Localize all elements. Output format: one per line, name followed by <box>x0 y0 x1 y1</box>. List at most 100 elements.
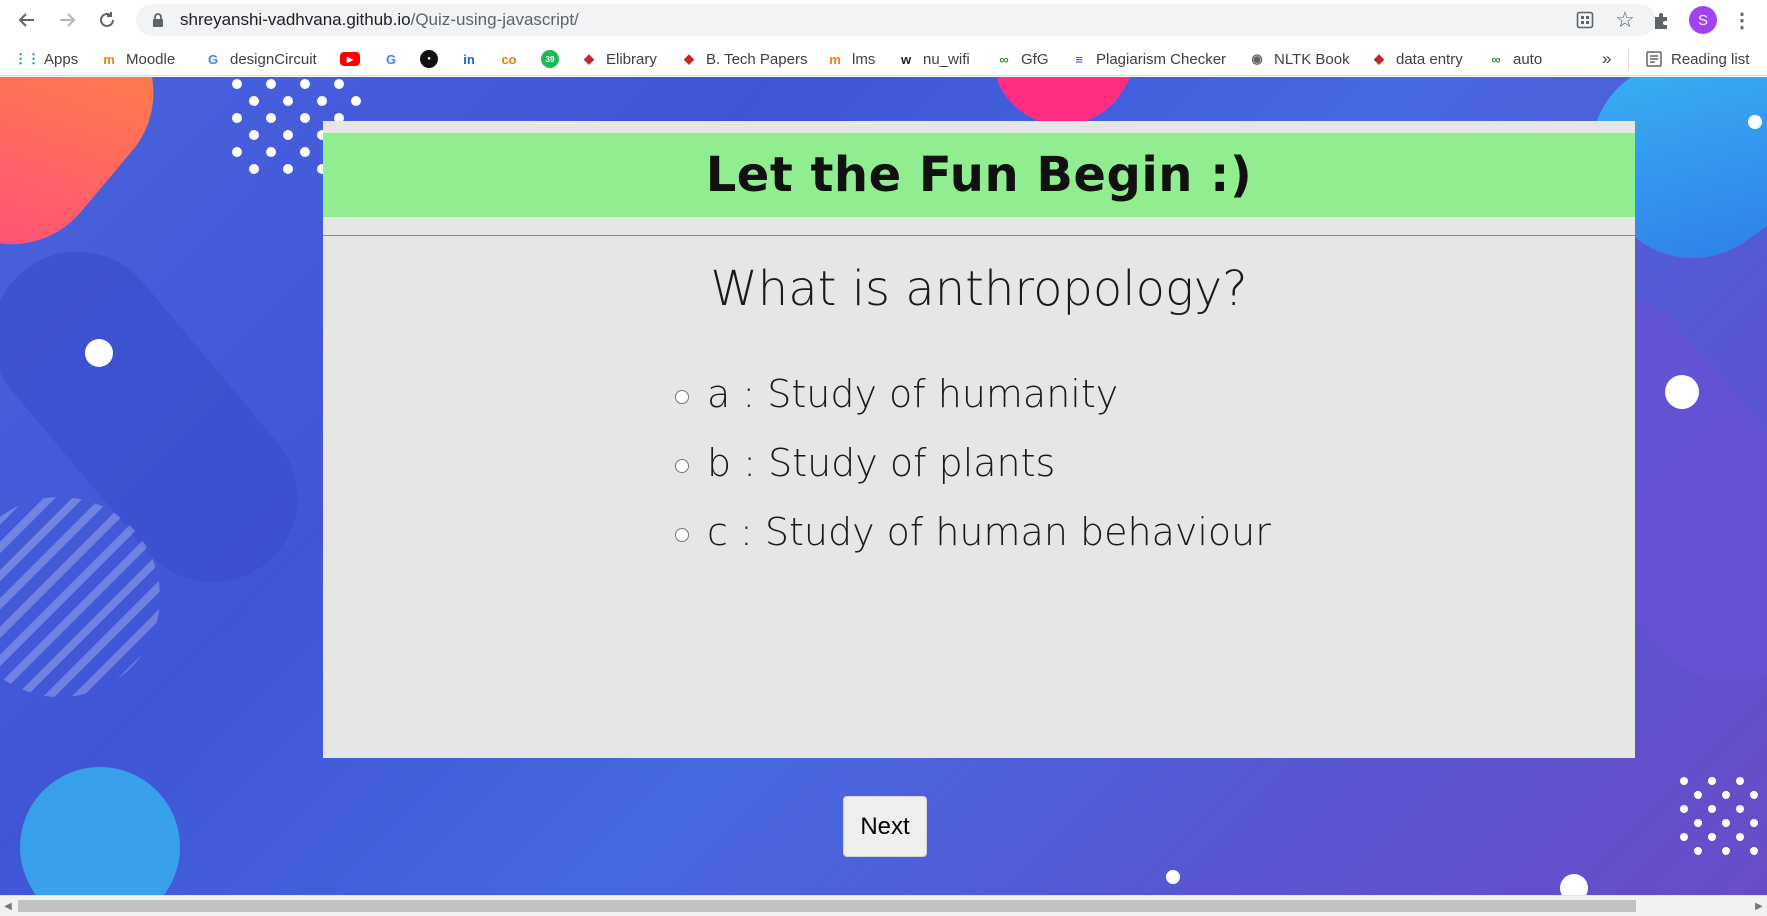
decor-dot <box>300 147 310 157</box>
bookmark-label: Moodle <box>126 50 176 68</box>
bookmark-label: nu_wifi <box>923 50 970 68</box>
reading-list-button[interactable]: Reading list <box>1645 47 1749 71</box>
github-icon: ● <box>420 50 438 68</box>
avatar-letter: S <box>1697 11 1708 29</box>
arrow-left-icon <box>18 13 34 27</box>
url-text[interactable]: shreyanshi-vadhvana.github.io/Quiz-using… <box>180 10 579 30</box>
bookmark-item[interactable]: ∞ auto <box>1487 47 1542 71</box>
overflow-chevron-icon: » <box>1602 49 1612 68</box>
address-bar[interactable]: shreyanshi-vadhvana.github.io/Quiz-using… <box>136 4 1656 36</box>
decor-dot <box>1750 791 1758 799</box>
divider <box>323 235 1635 236</box>
answer-option-b[interactable]: b : Study of plants <box>675 438 1055 488</box>
linkedin-icon: in <box>463 51 475 67</box>
decor-dot <box>232 147 242 157</box>
answer-radio-a[interactable] <box>675 390 689 404</box>
url-path: /Quiz-using-javascript/ <box>410 10 579 29</box>
lock-icon[interactable] <box>150 12 166 28</box>
decor-dot <box>1694 819 1702 827</box>
bookmark-label: Elibrary <box>606 50 657 68</box>
bookmark-item[interactable]: m Moodle <box>100 47 175 71</box>
more-menu-icon[interactable]: ⋮ <box>1728 6 1756 34</box>
decor-dot <box>317 96 327 106</box>
plagiarism-icon: ≡ <box>1075 51 1083 67</box>
arrow-right-icon <box>60 13 76 27</box>
bookmark-label: NLTK Book <box>1274 50 1350 68</box>
answer-radio-c[interactable] <box>675 528 689 542</box>
decor-dot <box>1665 375 1699 409</box>
decor-dot <box>1708 833 1716 841</box>
gfg-icon: ∞ <box>1491 51 1501 67</box>
back-button[interactable] <box>12 5 42 35</box>
decor-dot <box>266 113 276 123</box>
bookmark-item[interactable]: ◆ B. Tech Papers <box>680 47 807 71</box>
decor-dot <box>334 79 344 89</box>
answer-option-c[interactable]: c : Study of human behaviour <box>675 507 1271 557</box>
answer-radio-b[interactable] <box>675 459 689 473</box>
quiz-banner: Let the Fun Begin :) <box>323 133 1635 217</box>
google-icon: G <box>385 51 397 67</box>
bookmark-item[interactable]: m lms <box>826 47 875 71</box>
decor-dot <box>1694 791 1702 799</box>
bookmark-item[interactable]: GdesignCircuit <box>204 47 317 71</box>
bookmark-item[interactable]: ⋮⋮ Apps <box>14 47 78 71</box>
bookmark-star-icon[interactable]: ☆ <box>1612 7 1638 32</box>
reload-button[interactable] <box>92 5 122 35</box>
decor-dot <box>249 96 259 106</box>
bookmark-item[interactable]: ◉ NLTK Book <box>1248 47 1350 71</box>
bookmark-item[interactable]: ∞ GfG <box>995 47 1049 71</box>
page-viewport: Let the Fun Begin :) What is anthropolog… <box>0 77 1767 895</box>
bookmark-item[interactable]: w nu_wifi <box>897 47 970 71</box>
bookmark-item[interactable]: ● <box>420 47 446 71</box>
browser-toolbar: shreyanshi-vadhvana.github.io/Quiz-using… <box>0 0 1767 40</box>
bookmark-item[interactable]: ≡ Plagiarism Checker <box>1070 47 1226 71</box>
decor-dot <box>1722 819 1730 827</box>
answer-label-c: c : Study of human behaviour <box>707 510 1271 554</box>
moodle-icon: m <box>829 51 841 67</box>
install-app-icon[interactable] <box>1572 8 1598 32</box>
bookmark-label: Plagiarism Checker <box>1096 50 1227 68</box>
decor-dot <box>1680 777 1688 785</box>
bookmarks-overflow-button[interactable]: » <box>1602 47 1611 71</box>
decor-dot <box>283 96 293 106</box>
decor-orange-shape <box>0 77 191 281</box>
bookmark-item[interactable]: ◆ Elibrary <box>580 47 657 71</box>
moodle-icon: m <box>103 51 115 67</box>
scroll-right-arrow-icon[interactable]: ▶ <box>1753 900 1765 912</box>
shield-icon: ◆ <box>1374 51 1384 66</box>
scrollbar-thumb[interactable] <box>18 900 1636 912</box>
answer-option-a[interactable]: a : Study of humanity <box>675 369 1118 419</box>
decor-dot <box>1694 847 1702 855</box>
globe-icon: ◉ <box>1251 51 1263 66</box>
decor-dot <box>249 164 259 174</box>
decor-dot <box>1680 833 1688 841</box>
reading-list-label: Reading list <box>1671 50 1750 68</box>
decor-dot <box>1708 805 1716 813</box>
bookmark-item[interactable]: ◆ data entry <box>1370 47 1463 71</box>
next-button[interactable]: Next <box>843 796 927 857</box>
decor-cyan-circle <box>20 767 180 895</box>
bookmark-item[interactable]: ▶ <box>340 47 368 71</box>
decor-dot <box>300 79 310 89</box>
bookmark-item[interactable]: 39 <box>541 47 567 71</box>
codechef-icon: co <box>501 51 517 67</box>
bookmark-divider <box>1628 49 1629 69</box>
bookmark-item[interactable]: G <box>382 47 408 71</box>
reading-list-icon <box>1645 50 1663 68</box>
decor-dot <box>1736 805 1744 813</box>
bookmark-item[interactable]: in <box>460 47 486 71</box>
decor-dot <box>1680 805 1688 813</box>
scroll-left-arrow-icon[interactable]: ◀ <box>2 900 14 912</box>
forward-button[interactable] <box>52 5 82 35</box>
profile-avatar[interactable]: S <box>1689 6 1717 34</box>
horizontal-scrollbar[interactable]: ◀ ▶ <box>0 895 1767 916</box>
bookmark-label: GfG <box>1021 50 1049 68</box>
bookmark-label: auto <box>1513 50 1543 68</box>
bookmark-item[interactable]: co <box>500 47 526 71</box>
extensions-puzzle-icon[interactable] <box>1648 6 1676 34</box>
bookmarks-bar: ⋮⋮ Apps m Moodle GdesignCircuit ▶ G ● in co 39 ◆ Eli… <box>0 40 1767 76</box>
decor-dot <box>351 96 361 106</box>
decor-dot <box>1166 870 1180 884</box>
apps-grid-icon: ⋮⋮ <box>14 51 40 66</box>
decor-dot <box>1736 777 1744 785</box>
